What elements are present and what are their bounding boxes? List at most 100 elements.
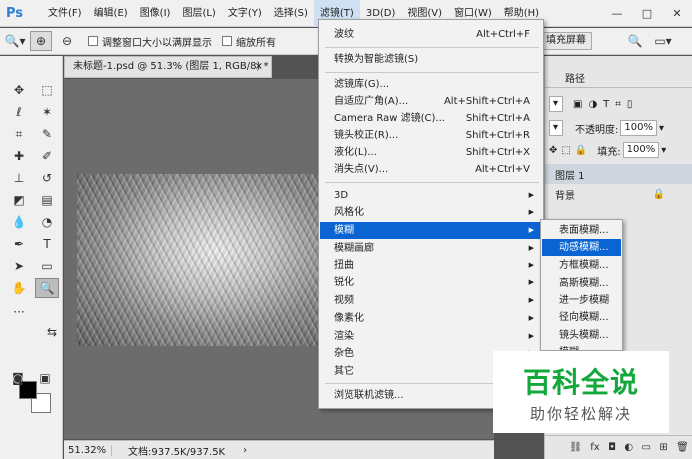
marquee-tool-icon[interactable]: ⬚ [35, 80, 59, 100]
fill-field[interactable]: 100% [622, 142, 660, 158]
opacity-label: 不透明度: [575, 124, 619, 136]
zoom-level[interactable]: 51.32% [64, 444, 112, 456]
menu-item-3d[interactable]: 3D ▶ [320, 187, 542, 204]
mask-icon[interactable]: ◘ [608, 442, 616, 453]
dodge-tool-icon[interactable]: ◔ [35, 212, 59, 232]
blend-mode-select[interactable]: ▾ [549, 120, 563, 136]
menu-item-camera-raw[interactable]: Camera Raw 滤镜(C)... Shift+Ctrl+A [320, 110, 542, 127]
menu-item-sharpen[interactable]: 锐化 ▶ [320, 274, 542, 291]
search-icon[interactable]: 🔍 [624, 31, 646, 51]
blur-submenu: 表面模糊... 动感模糊... 方框模糊... 高斯模糊... 进一步模糊 径向… [540, 219, 623, 351]
chevron-down-icon[interactable]: ▾ [661, 145, 666, 156]
gradient-tool-icon[interactable]: ▤ [35, 190, 59, 210]
trash-icon[interactable]: 🗑 [676, 442, 689, 453]
more-tools-icon[interactable]: ··· [7, 302, 31, 322]
menu-item-pixelate[interactable]: 像素化 ▶ [320, 310, 542, 327]
hand-tool-icon[interactable]: ✋ [7, 278, 31, 298]
menu-item-label: 其它 [334, 366, 354, 377]
lasso-tool-icon[interactable]: ℓ [7, 102, 31, 122]
workspace-icon[interactable]: ▭▾ [652, 31, 674, 51]
close-tab-icon[interactable]: × [255, 57, 263, 77]
shortcut: Alt+Ctrl+V [475, 164, 530, 175]
history-brush-icon[interactable]: ↺ [35, 168, 59, 188]
menu-item-stylize[interactable]: 风格化 ▶ [320, 204, 542, 221]
submenu-arrow-icon: ▶ [528, 314, 534, 322]
menu-item-blur-gallery[interactable]: 模糊画廊 ▶ [320, 240, 542, 257]
submenu-item-box-blur[interactable]: 方框模糊... [542, 257, 621, 274]
layer-row[interactable]: 图层 1 [545, 164, 692, 184]
menu-item-label: 自适应广角(A)... [334, 96, 409, 107]
menu-item-label: 视频 [334, 295, 354, 306]
menu-item-filter-gallery[interactable]: 滤镜库(G)... [320, 76, 542, 93]
pen-tool-icon[interactable]: ✒ [7, 234, 31, 254]
eyedropper-icon[interactable]: ✎ [35, 124, 59, 144]
menu-item-distort[interactable]: 扭曲 ▶ [320, 257, 542, 274]
move-tool-icon[interactable]: ✥ [7, 80, 31, 100]
menu-item-adaptive-wide-angle[interactable]: 自适应广角(A)... Alt+Shift+Ctrl+A [320, 93, 542, 110]
quick-mask-icon[interactable]: ◙ [6, 368, 30, 388]
zoom-tool-icon[interactable]: 🔍▾ [4, 31, 26, 51]
menu-item-video[interactable]: 视频 ▶ [320, 292, 542, 309]
menu-item-label: 浏览联机滤镜... [334, 390, 404, 401]
checkbox-box[interactable] [88, 36, 98, 46]
stamp-tool-icon[interactable]: ⊥ [7, 168, 31, 188]
layer-filter-select[interactable]: ▾ [549, 96, 563, 112]
menu-layer[interactable]: 图层(L) [176, 0, 221, 27]
menu-item-ripple[interactable]: 波纹 Alt+Ctrl+F [320, 26, 542, 43]
fill-screen-button[interactable]: 填充屏幕 [540, 32, 592, 50]
menu-item-render[interactable]: 渲染 ▶ [320, 328, 542, 345]
blur-tool-icon[interactable]: 💧 [7, 212, 31, 232]
menu-image[interactable]: 图像(I) [134, 0, 177, 27]
close-button[interactable]: ✕ [662, 0, 692, 27]
menu-item-liquify[interactable]: 液化(L)... Shift+Ctrl+X [320, 144, 542, 161]
layer-row[interactable]: 背景 🔒 [545, 184, 692, 204]
submenu-item-motion-blur[interactable]: 动感模糊... [542, 239, 621, 256]
checkbox-box[interactable] [222, 36, 232, 46]
link-layers-icon[interactable]: ⛓ [569, 442, 582, 453]
zoom-all-checkbox[interactable]: 缩放所有 [222, 34, 276, 49]
menu-item-blur[interactable]: 模糊 ▶ [320, 222, 542, 239]
menu-type[interactable]: 文字(Y) [222, 0, 268, 27]
crop-tool-icon[interactable]: ⌗ [7, 124, 31, 144]
tab-paths[interactable]: 路径 [565, 70, 585, 85]
brush-tool-icon[interactable]: ✐ [35, 146, 59, 166]
opacity-field[interactable]: 100% [620, 120, 657, 136]
minimize-button[interactable]: — [602, 0, 632, 27]
new-layer-icon[interactable]: ⊞ [659, 442, 667, 453]
type-tool-icon[interactable]: T [35, 234, 59, 254]
document-image[interactable] [77, 174, 327, 346]
document-title: 未标题-1.psd @ 51.3% (图层 1, RGB/8) * [73, 61, 269, 72]
zoom-tool-icon[interactable]: 🔍 [35, 278, 59, 298]
adjustment-icon[interactable]: ◐ [624, 442, 633, 453]
lock-icons[interactable]: ✥⬚🔒 [549, 145, 591, 156]
swap-colors-icon[interactable]: ⇆ [40, 322, 64, 342]
path-selection-icon[interactable]: ➤ [7, 256, 31, 276]
submenu-item-lens-blur[interactable]: 镜头模糊... [542, 327, 621, 344]
zoom-in-icon[interactable]: ⊕ [30, 31, 52, 51]
group-icon[interactable]: ▭ [642, 442, 651, 453]
status-menu-arrow[interactable]: › [243, 445, 247, 456]
menu-edit[interactable]: 编辑(E) [88, 0, 134, 27]
healing-brush-icon[interactable]: ✚ [7, 146, 31, 166]
rectangle-tool-icon[interactable]: ▭ [35, 256, 59, 276]
maximize-button[interactable]: □ [632, 0, 662, 27]
fx-icon[interactable]: fx [590, 442, 599, 453]
layer-filter-icons[interactable]: ▣◑T⌗▯ [573, 99, 638, 110]
submenu-item-blur[interactable]: 模糊 [542, 344, 621, 350]
zoom-out-icon[interactable]: ⊖ [56, 31, 78, 51]
submenu-item-blur-more[interactable]: 进一步模糊 [542, 292, 621, 309]
resize-windows-checkbox[interactable]: 调整窗口大小以满屏显示 [88, 34, 212, 49]
screen-mode-icon[interactable]: ▣ [33, 368, 57, 388]
menu-select[interactable]: 选择(S) [268, 0, 314, 27]
eraser-tool-icon[interactable]: ◩ [7, 190, 31, 210]
document-tab[interactable]: 未标题-1.psd @ 51.3% (图层 1, RGB/8) * × [64, 56, 272, 78]
menu-item-smart-filter[interactable]: 转换为智能滤镜(S) [320, 51, 542, 68]
menu-file[interactable]: 文件(F) [42, 0, 88, 27]
menu-item-lens-correction[interactable]: 镜头校正(R)... Shift+Ctrl+R [320, 127, 542, 144]
submenu-item-surface-blur[interactable]: 表面模糊... [542, 222, 621, 239]
menu-item-vanishing-point[interactable]: 消失点(V)... Alt+Ctrl+V [320, 161, 542, 178]
magic-wand-icon[interactable]: ✶ [35, 102, 59, 122]
submenu-item-gaussian-blur[interactable]: 高斯模糊... [542, 275, 621, 292]
chevron-down-icon[interactable]: ▾ [659, 123, 664, 134]
submenu-item-radial-blur[interactable]: 径向模糊... [542, 309, 621, 326]
